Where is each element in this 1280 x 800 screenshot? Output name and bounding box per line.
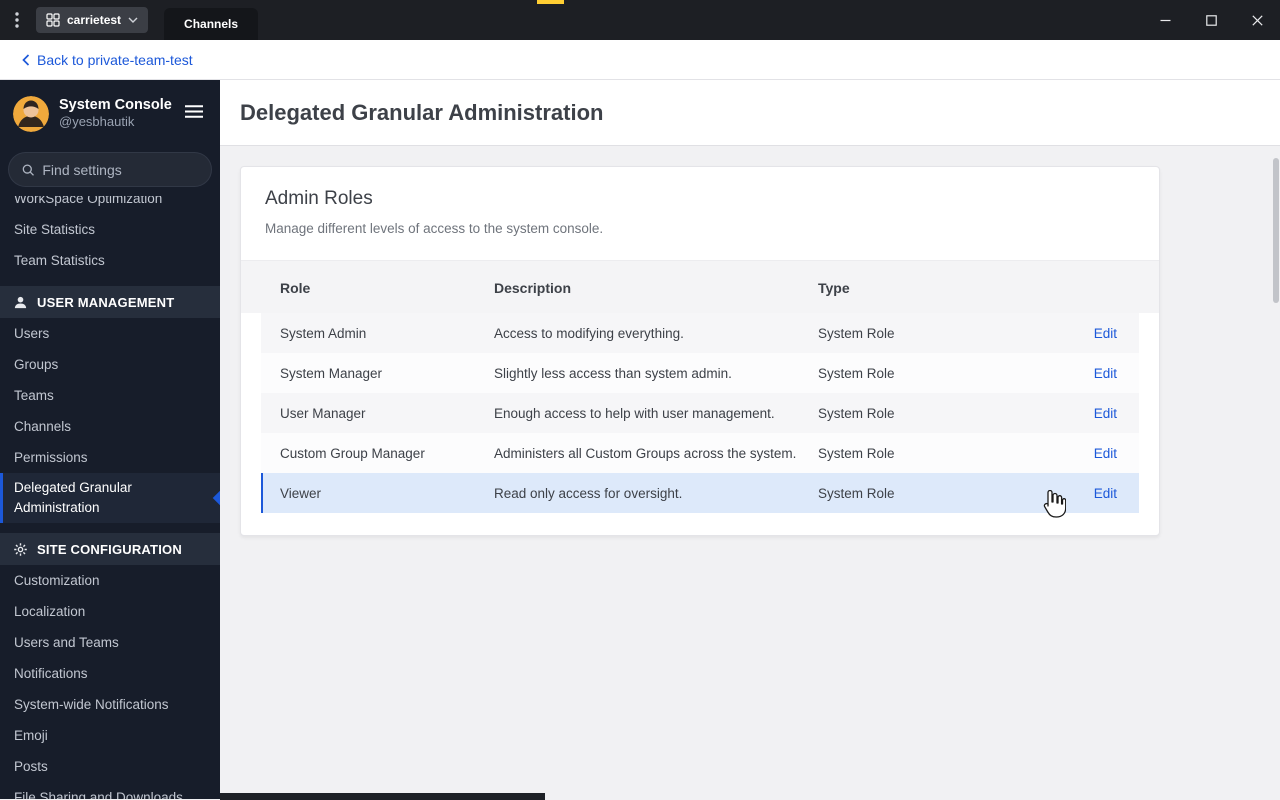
table-row-viewer: Viewer Read only access for oversight. S… <box>261 473 1139 513</box>
sidebar-item-users[interactable]: Users <box>0 318 220 349</box>
system-console-sidebar: System Console @yesbhautik Wo <box>0 80 220 799</box>
column-header-role: Role <box>280 280 311 296</box>
sidebar-item-localization[interactable]: Localization <box>0 596 220 627</box>
minimize-icon <box>1160 19 1170 21</box>
search-settings-box[interactable] <box>8 152 212 187</box>
window-controls <box>1142 0 1280 40</box>
edit-link[interactable]: Edit <box>1094 486 1117 501</box>
user-management-icon <box>14 296 27 308</box>
main-content: Delegated Granular Administration Admin … <box>220 80 1280 799</box>
sidebar-section-site-configuration: SITE CONFIGURATION <box>0 533 220 565</box>
table-header-row: Role Description Type <box>241 260 1159 313</box>
search-icon <box>22 163 34 176</box>
cell-description: Slightly less access than system admin. <box>494 365 732 381</box>
search-wrap <box>0 147 220 196</box>
cell-description: Access to modifying everything. <box>494 325 684 341</box>
chevron-left-icon <box>22 53 30 66</box>
edit-link[interactable]: Edit <box>1094 406 1117 421</box>
cell-type: System Role <box>818 365 895 381</box>
sidebar-item-emoji[interactable]: Emoji <box>0 720 220 751</box>
server-selector[interactable]: carrietest <box>36 7 149 33</box>
cell-role: System Admin <box>280 325 367 341</box>
page-header: Delegated Granular Administration <box>220 80 1280 146</box>
background-window-peek-bottom <box>220 793 545 800</box>
chevron-down-icon <box>128 17 138 23</box>
vertical-dots-icon <box>15 12 19 28</box>
app-menu-icon[interactable] <box>0 11 34 29</box>
edit-link[interactable]: Edit <box>1094 446 1117 461</box>
table-row-system-manager: System Manager Slightly less access than… <box>261 353 1139 393</box>
sidebar-item-file-sharing-and-downloads[interactable]: File Sharing and Downloads <box>0 782 220 799</box>
cell-description: Enough access to help with user manageme… <box>494 405 775 421</box>
section-header-label: USER MANAGEMENT <box>37 294 175 310</box>
edit-link[interactable]: Edit <box>1094 326 1117 341</box>
admin-roles-card: Admin Roles Manage different levels of a… <box>240 166 1160 536</box>
sidebar-item-notifications[interactable]: Notifications <box>0 658 220 689</box>
background-window-peek-top <box>537 0 564 4</box>
column-header-description: Description <box>494 280 572 296</box>
cell-type: System Role <box>818 445 895 461</box>
sidebar-section-user-management: USER MANAGEMENT <box>0 286 220 318</box>
sidebar-item-team-statistics[interactable]: Team Statistics <box>0 245 220 276</box>
cell-type: System Role <box>818 485 895 501</box>
card-header: Admin Roles Manage different levels of a… <box>241 167 1159 260</box>
server-icon <box>46 13 60 27</box>
close-icon <box>1251 14 1263 26</box>
window-titlebar: carrietest Channels <box>0 0 1280 40</box>
page-body: Admin Roles Manage different levels of a… <box>220 146 1280 799</box>
cell-role: Custom Group Manager <box>280 445 425 461</box>
minimize-button[interactable] <box>1142 0 1188 40</box>
table-rows: System Admin Access to modifying everyth… <box>241 313 1159 535</box>
page-title: Delegated Granular Administration <box>240 99 604 125</box>
sidebar-item-site-statistics[interactable]: Site Statistics <box>0 214 220 245</box>
sidebar-item-users-and-teams[interactable]: Users and Teams <box>0 627 220 658</box>
console-header-text: System Console @yesbhautik <box>59 96 172 132</box>
sidebar-item-system-wide-notifications[interactable]: System-wide Notifications <box>0 689 220 720</box>
sidebar-item-delegated-granular-administration[interactable]: Delegated Granular Administration <box>0 473 220 523</box>
back-navigation-bar: Back to private-team-test <box>0 40 1280 80</box>
table-row-custom-group-manager: Custom Group Manager Administers all Cus… <box>261 433 1139 473</box>
console-header: System Console @yesbhautik <box>0 80 220 147</box>
cell-role: System Manager <box>280 365 383 381</box>
sidebar-nav: WorkSpace Optimization Site Statistics T… <box>0 196 220 799</box>
cell-type: System Role <box>818 405 895 421</box>
cell-role: User Manager <box>280 405 366 421</box>
console-user-handle: @yesbhautik <box>59 114 135 130</box>
sidebar-item-channels[interactable]: Channels <box>0 411 220 442</box>
vertical-scrollbar[interactable] <box>1273 158 1279 303</box>
column-header-type: Type <box>818 280 850 296</box>
back-link[interactable]: Back to private-team-test <box>22 52 193 68</box>
table-row-user-manager: User Manager Enough access to help with … <box>261 393 1139 433</box>
sidebar-item-posts[interactable]: Posts <box>0 751 220 782</box>
sidebar-item-groups[interactable]: Groups <box>0 349 220 380</box>
back-link-label: Back to private-team-test <box>37 51 193 68</box>
menu-icon[interactable] <box>181 101 207 127</box>
sidebar-item-permissions[interactable]: Permissions <box>0 442 220 473</box>
maximize-icon <box>1205 14 1217 26</box>
cell-description: Administers all Custom Groups across the… <box>494 445 797 461</box>
site-configuration-icon <box>14 542 27 556</box>
sidebar-item-workspace-optimization[interactable]: WorkSpace Optimization <box>0 196 220 214</box>
cell-role: Viewer <box>280 485 322 501</box>
tab-channels-label: Channels <box>184 17 239 31</box>
table-row-system-admin: System Admin Access to modifying everyth… <box>261 313 1139 353</box>
card-title: Admin Roles <box>265 188 373 209</box>
edit-link[interactable]: Edit <box>1094 366 1117 381</box>
cell-description: Read only access for oversight. <box>494 485 683 501</box>
close-button[interactable] <box>1234 0 1280 40</box>
card-subtitle: Manage different levels of access to the… <box>265 221 604 236</box>
section-header-label: SITE CONFIGURATION <box>37 541 182 557</box>
sidebar-item-teams[interactable]: Teams <box>0 380 220 411</box>
maximize-button[interactable] <box>1188 0 1234 40</box>
avatar[interactable] <box>13 95 49 132</box>
search-input[interactable] <box>42 161 198 178</box>
sidebar-item-customization[interactable]: Customization <box>0 565 220 596</box>
cell-type: System Role <box>818 325 895 341</box>
console-title: System Console <box>59 96 172 113</box>
server-name: carrietest <box>67 13 122 27</box>
tab-channels[interactable]: Channels <box>164 8 259 40</box>
